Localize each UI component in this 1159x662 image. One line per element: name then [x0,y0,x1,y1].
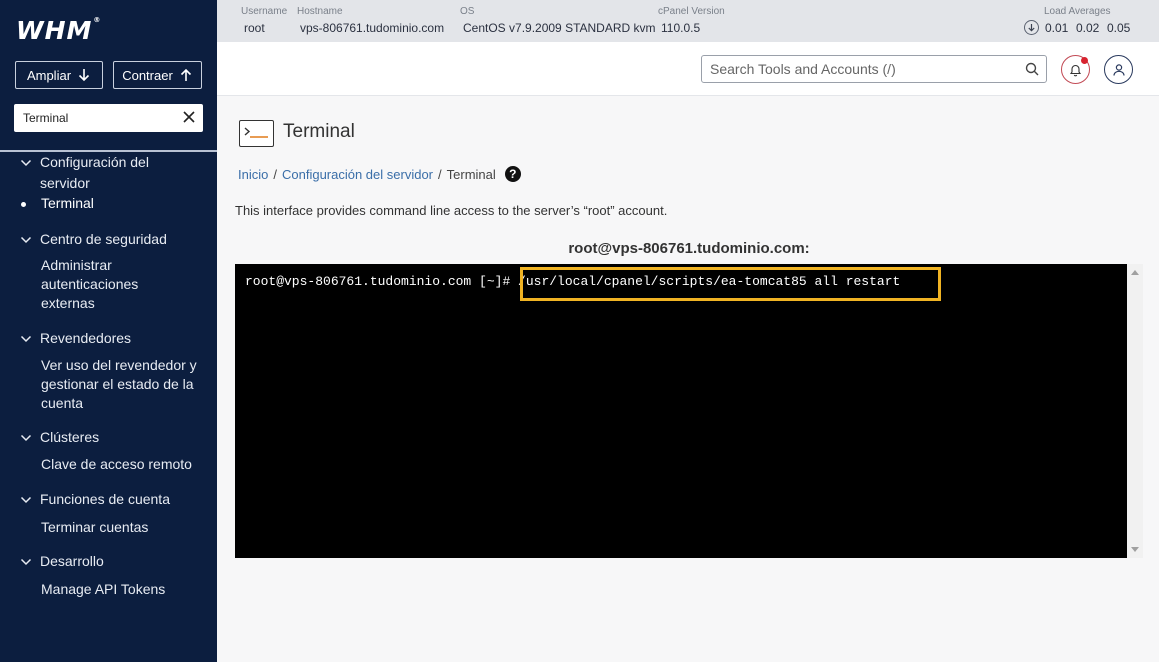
load-average-1: 0.01 [1045,21,1069,35]
sidebar-search-input[interactable]: Terminal [14,104,203,132]
nav-group-security-center[interactable]: Centro de seguridad [20,229,167,250]
scroll-down-icon[interactable] [1131,547,1139,552]
breadcrumb: Inicio / Configuración del servidor / Te… [238,166,521,182]
chevron-down-icon [20,159,32,167]
sidebar: WHM® Ampliar Contraer Terminal Configura… [0,0,217,662]
chevron-down-icon [20,558,32,566]
load-average-15: 0.05 [1107,21,1131,35]
breadcrumb-server-config-link[interactable]: Configuración del servidor [282,167,433,182]
user-menu-button[interactable] [1104,55,1133,84]
terminal-scrollbar[interactable] [1127,264,1143,558]
nav-group-clusters[interactable]: Clústeres [20,427,99,448]
bell-icon [1069,64,1082,76]
server-info-bar: Username root Hostname vps-806761.tudomi… [217,0,1159,42]
hostname-label: Hostname [297,6,343,17]
search-tools-input[interactable]: Search Tools and Accounts (/) [701,55,1047,83]
notifications-button[interactable] [1061,55,1090,84]
terminal-session-title: root@vps-806761.tudominio.com: [568,240,810,257]
load-average-5: 0.02 [1076,21,1100,35]
chevron-down-icon [20,434,32,442]
header: Search Tools and Accounts (/) [217,42,1159,96]
nav-group-resellers[interactable]: Revendedores [20,328,131,349]
arrow-up-icon [180,68,191,81]
user-icon [1112,63,1125,76]
breadcrumb-current: Terminal [446,166,496,182]
chevron-down-icon [20,496,32,504]
os-value: CentOS v7.9.2009 STANDARD kvm [463,21,656,35]
arrow-down-circle-icon [1024,20,1039,35]
breadcrumb-home-link[interactable]: Inicio [238,167,268,182]
sidebar-item-reseller-usage[interactable]: Ver uso del revendedor y gestionar el est… [41,356,201,413]
scroll-up-icon[interactable] [1131,270,1139,275]
search-icon[interactable] [1025,62,1039,76]
whm-logo[interactable]: WHM® [16,16,101,45]
help-icon[interactable]: ? [504,166,521,182]
sidebar-item-terminate-accounts[interactable]: Terminar cuentas [41,518,201,537]
nav-group-development[interactable]: Desarrollo [20,551,104,572]
notification-badge [1081,57,1088,64]
chevron-down-icon [20,236,32,244]
username-value: root [244,21,265,35]
cpanel-version-label: cPanel Version [658,6,725,17]
terminal-icon [239,120,274,147]
terminal-console[interactable]: root@vps-806761.tudominio.com [~]# /usr/… [235,264,1127,558]
os-label: OS [460,6,475,17]
cpanel-version-value: 110.0.5 [661,21,701,35]
sidebar-item-external-auth[interactable]: Administrar autenticaciones externas [41,256,201,313]
arrow-down-icon [78,69,90,82]
active-indicator-dot [21,202,26,207]
command-highlight-box [520,267,941,301]
username-label: Username [241,6,288,17]
sidebar-item-remote-access-key[interactable]: Clave de acceso remoto [41,455,201,474]
nav-group-account-functions[interactable]: Funciones de cuenta [20,489,170,510]
collapse-button[interactable]: Contraer [113,61,202,89]
sidebar-item-terminal[interactable]: Terminal [41,194,201,213]
sidebar-item-api-tokens[interactable]: Manage API Tokens [41,580,201,599]
expand-button[interactable]: Ampliar [15,61,103,89]
page-title: Terminal [283,121,355,142]
page-description: This interface provides command line acc… [235,203,668,218]
terminal-prompt: root@vps-806761.tudominio.com [~]# [245,274,519,289]
nav-group-server-config[interactable]: Configuración del servidor [20,152,149,194]
close-icon[interactable] [182,110,196,124]
load-averages-label: Load Averages [1044,6,1111,17]
chevron-down-icon [20,335,32,343]
hostname-value: vps-806761.tudominio.com [300,21,445,35]
